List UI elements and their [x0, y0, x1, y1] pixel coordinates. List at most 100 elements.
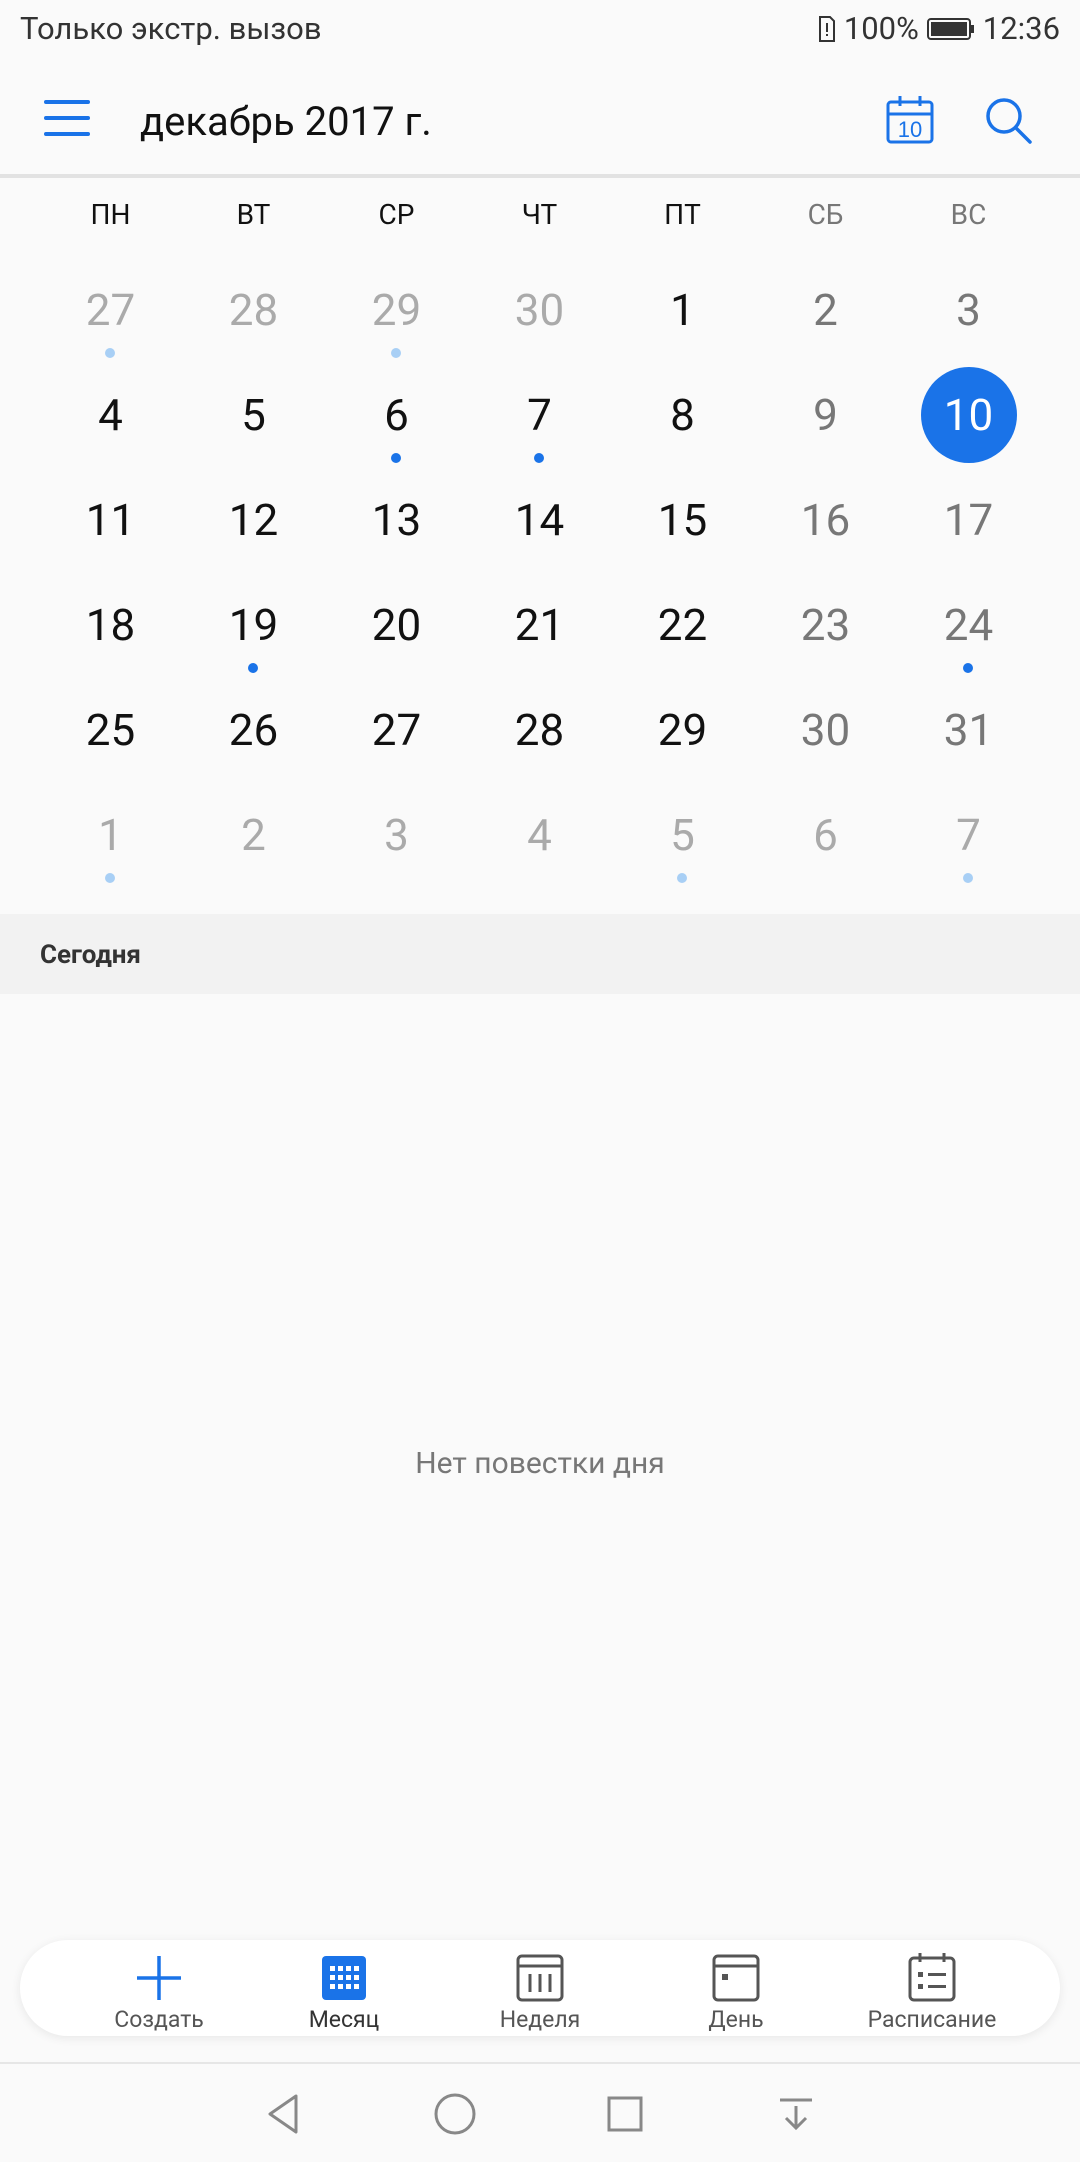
day-number: 10 — [943, 389, 994, 441]
day-number: 5 — [241, 389, 266, 441]
day-cell[interactable]: 19 — [182, 573, 325, 678]
day-cell[interactable]: 4 — [39, 363, 182, 468]
nav-schedule-button[interactable]: Расписание — [842, 1940, 1022, 2036]
day-cell[interactable]: 20 — [325, 573, 468, 678]
day-cell[interactable]: 31 — [897, 678, 1040, 783]
nav-day-label: День — [708, 2006, 764, 2033]
carrier-status-text: Только экстр. вызов — [20, 10, 322, 47]
day-cell[interactable]: 11 — [39, 468, 182, 573]
day-number: 4 — [527, 809, 552, 861]
day-number: 1 — [670, 284, 695, 336]
event-indicator-dot — [677, 873, 687, 883]
month-grid-icon — [322, 1956, 366, 2000]
day-number: 27 — [371, 704, 422, 756]
day-number: 13 — [371, 494, 422, 546]
event-indicator-dot — [391, 348, 401, 358]
day-cell[interactable]: 6 — [325, 363, 468, 468]
day-cell[interactable]: 5 — [182, 363, 325, 468]
day-cell[interactable]: 25 — [39, 678, 182, 783]
day-number: 29 — [657, 704, 708, 756]
day-cell[interactable]: 5 — [611, 783, 754, 888]
day-cell[interactable]: 27 — [39, 258, 182, 363]
day-cell[interactable]: 2 — [182, 783, 325, 888]
day-cell[interactable]: 3 — [897, 258, 1040, 363]
weekday-label: СР — [378, 198, 415, 231]
day-cell[interactable]: 18 — [39, 573, 182, 678]
day-number: 6 — [813, 809, 838, 861]
nav-create-label: Создать — [114, 2006, 204, 2033]
day-cell[interactable]: 3 — [325, 783, 468, 888]
day-number: 16 — [800, 494, 851, 546]
nav-day-button[interactable]: День — [646, 1940, 826, 2036]
today-icon-number: 10 — [898, 117, 922, 142]
day-number: 30 — [800, 704, 851, 756]
day-cell[interactable]: 4 — [468, 783, 611, 888]
day-cell[interactable]: 6 — [754, 783, 897, 888]
day-cell[interactable]: 14 — [468, 468, 611, 573]
battery-icon — [926, 17, 974, 40]
event-indicator-dot — [105, 873, 115, 883]
home-icon[interactable] — [427, 2086, 483, 2142]
day-cell[interactable]: 22 — [611, 573, 754, 678]
day-cell[interactable]: 30 — [468, 258, 611, 363]
month-title[interactable]: декабрь 2017 г. — [140, 98, 432, 145]
day-cell[interactable]: 2 — [754, 258, 897, 363]
notification-pull-icon[interactable] — [768, 2086, 824, 2142]
day-cell[interactable]: 23 — [754, 573, 897, 678]
day-cell[interactable]: 1 — [39, 783, 182, 888]
day-cell[interactable]: 9 — [754, 363, 897, 468]
day-number: 21 — [514, 599, 565, 651]
nav-create-button[interactable]: Создать — [69, 1940, 249, 2036]
day-cell[interactable]: 28 — [468, 678, 611, 783]
day-cell[interactable]: 7 — [468, 363, 611, 468]
weekday-label: ЧТ — [521, 198, 558, 231]
weekday-label: СБ — [807, 198, 844, 231]
day-number: 25 — [85, 704, 136, 756]
nav-week-button[interactable]: Неделя — [450, 1940, 630, 2036]
back-icon[interactable] — [256, 2086, 312, 2142]
weekday-label: ПТ — [664, 198, 701, 231]
day-cell[interactable]: 13 — [325, 468, 468, 573]
day-number: 3 — [384, 809, 409, 861]
nav-month-button[interactable]: Месяц — [254, 1940, 434, 2036]
day-cell[interactable]: 1 — [611, 258, 754, 363]
event-indicator-dot — [248, 663, 258, 673]
day-cell[interactable]: 15 — [611, 468, 754, 573]
day-number: 23 — [800, 599, 851, 651]
day-cell[interactable]: 30 — [754, 678, 897, 783]
day-cell[interactable]: 28 — [182, 258, 325, 363]
nav-week-label: Неделя — [499, 2006, 581, 2033]
day-cell[interactable]: 24 — [897, 573, 1040, 678]
nav-month-label: Месяц — [308, 2006, 380, 2033]
day-number: 31 — [943, 704, 994, 756]
day-number: 9 — [813, 389, 838, 441]
day-cell[interactable]: 8 — [611, 363, 754, 468]
recents-icon[interactable] — [597, 2086, 653, 2142]
menu-icon[interactable] — [44, 98, 94, 138]
event-indicator-dot — [963, 663, 973, 673]
week-icon — [516, 1954, 564, 2002]
day-cell[interactable]: 26 — [182, 678, 325, 783]
day-cell[interactable]: 12 — [182, 468, 325, 573]
day-cell[interactable]: 27 — [325, 678, 468, 783]
status-bar: Только экстр. вызов 100% 12:36 — [0, 0, 1080, 62]
day-number: 17 — [943, 494, 994, 546]
day-cell[interactable]: 21 — [468, 573, 611, 678]
day-cell[interactable]: 17 — [897, 468, 1040, 573]
system-navigation-bar — [0, 2062, 1080, 2162]
agenda-list: Нет повестки дня — [0, 994, 1080, 1936]
search-icon[interactable] — [980, 92, 1036, 148]
nav-schedule-label: Расписание — [867, 2006, 997, 2033]
weekday-label: ПН — [90, 198, 131, 231]
day-cell[interactable]: 7 — [897, 783, 1040, 888]
weekday-label: ВС — [950, 198, 987, 231]
selected-day-cell[interactable]: 10 — [897, 363, 1040, 468]
day-number: 18 — [85, 599, 136, 651]
today-calendar-icon[interactable]: 10 — [882, 92, 938, 148]
day-cell[interactable]: 29 — [325, 258, 468, 363]
day-cell[interactable]: 16 — [754, 468, 897, 573]
day-cell[interactable]: 29 — [611, 678, 754, 783]
bottom-navigation: Создать Месяц Неделя День Расписание — [20, 1940, 1060, 2036]
month-calendar: ПН ВТ СР ЧТ ПТ СБ ВС 27 28 29 30 1 2 3 4 5 6 7 8 9 10 11 12 13… — [0, 178, 1080, 914]
day-number: 28 — [514, 704, 565, 756]
